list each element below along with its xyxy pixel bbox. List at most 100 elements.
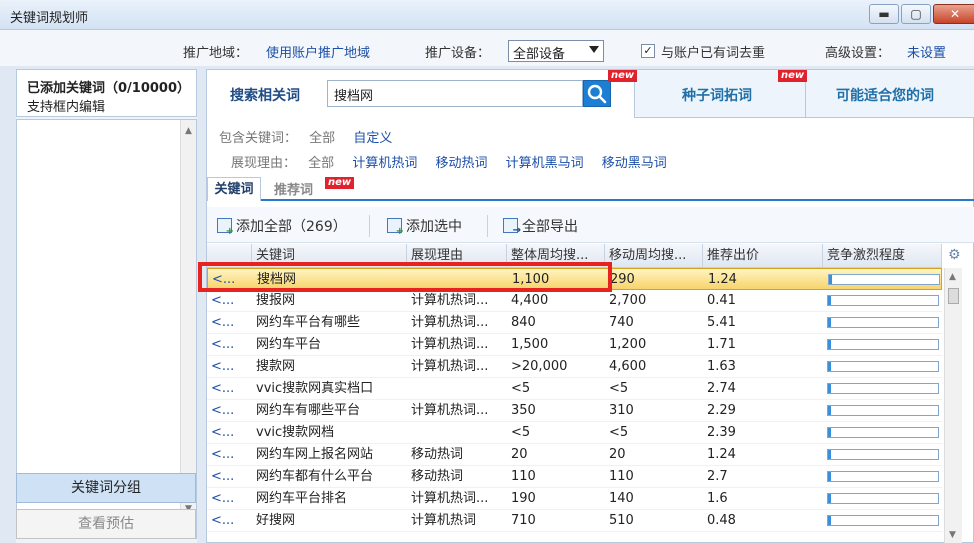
add-all-button[interactable]: 添加全部（269） xyxy=(217,216,347,237)
cell-add[interactable]: <... xyxy=(207,356,252,378)
reason-option-pc-darkhorse[interactable]: 计算机黑马词 xyxy=(506,152,584,171)
col-mobile-weekly-search[interactable]: 移动周均搜... xyxy=(605,244,703,268)
tab-suitable[interactable]: 可能适合您的词 xyxy=(807,70,974,118)
table-row[interactable]: <... 好搜网 计算机热词 710 510 0.48 xyxy=(207,510,942,532)
scroll-down-icon[interactable]: ▼ xyxy=(949,530,956,540)
cell-weekly-search: <5 xyxy=(511,425,531,440)
minimize-button[interactable]: ▬ xyxy=(869,4,899,24)
search-button[interactable] xyxy=(583,80,611,107)
add-selected-button[interactable]: 添加选中 xyxy=(387,216,462,237)
col-competition[interactable]: 竞争激烈程度 xyxy=(823,244,942,268)
table-row[interactable]: <... 网约车平台排名 计算机热词... 190 140 1.6 xyxy=(207,488,942,510)
cell-keyword: 网约车都有什么平台 xyxy=(256,469,374,484)
scroll-up-icon[interactable]: ▲ xyxy=(949,272,956,282)
close-button[interactable]: ✕ xyxy=(933,4,974,24)
add-all-label: 添加全部（269） xyxy=(236,219,347,235)
export-all-button[interactable]: 全部导出 xyxy=(503,216,578,236)
toolbar-divider xyxy=(487,215,488,237)
device-select[interactable]: 全部设备 xyxy=(508,40,604,62)
view-estimate-button[interactable]: 查看预估 xyxy=(16,509,196,539)
subtab-keywords[interactable]: 关键词 xyxy=(207,177,261,201)
cell-suggested-bid: 1.24 xyxy=(707,447,736,462)
cell-weekly-search: >20,000 xyxy=(511,359,568,374)
reason-option-mobile-hot[interactable]: 移动热词 xyxy=(435,152,487,171)
cell-keyword: 网约车平台排名 xyxy=(256,491,348,506)
highlight-box xyxy=(198,262,612,292)
cell-add[interactable]: <... xyxy=(207,334,252,356)
region-label: 推广地域： xyxy=(183,46,249,61)
cell-add[interactable]: <... xyxy=(207,422,252,444)
cell-keyword: 好搜网 xyxy=(256,513,296,528)
competition-bar xyxy=(827,471,939,482)
edit-hint: 支持框内编辑 xyxy=(27,100,106,115)
advanced-link[interactable]: 未设置 xyxy=(907,42,946,61)
cell-weekly-search: 710 xyxy=(511,513,536,528)
reason-option-all[interactable]: 全部 xyxy=(308,152,334,171)
competition-bar xyxy=(827,515,939,526)
cell-mobile-weekly-search: 1,200 xyxy=(609,337,647,352)
table-row[interactable]: <... vvic搜款网真实档口 <5 <5 2.74 xyxy=(207,378,942,400)
region-link[interactable]: 使用账户推广地域 xyxy=(266,42,370,61)
gear-icon[interactable]: ⚙ xyxy=(948,247,964,263)
cell-weekly-search: 350 xyxy=(511,403,536,418)
new-badge: new xyxy=(778,70,808,82)
cell-weekly-search: 1,500 xyxy=(511,337,549,352)
cell-add[interactable]: <... xyxy=(207,510,252,532)
tab-seed-expand[interactable]: 种子词拓词 new xyxy=(636,70,808,118)
left-vertical-scrollbar[interactable]: ▲ ▼ xyxy=(180,120,196,520)
main-panel: 搜索相关词 搜档网 new 种子词拓词 new 可能适合您的词 包含关键词： 全… xyxy=(206,69,974,543)
cell-add[interactable]: <... xyxy=(207,312,252,334)
cell-weekly-search: 20 xyxy=(511,447,528,462)
cell-keyword: 网约车网上报名网站 xyxy=(256,447,374,462)
table-row[interactable]: <... 网约车都有什么平台 移动热词 110 110 2.7 xyxy=(207,466,942,488)
keyword-group-button[interactable]: 关键词分组 xyxy=(16,473,196,503)
cell-reason: 计算机热词 xyxy=(411,513,477,528)
table-row[interactable]: <... 网约车网上报名网站 移动热词 20 20 1.24 xyxy=(207,444,942,466)
search-input[interactable]: 搜档网 xyxy=(327,80,583,107)
cell-reason: 计算机热词... xyxy=(411,403,489,418)
cell-add[interactable]: <... xyxy=(207,444,252,466)
competition-bar xyxy=(827,361,939,372)
add-icon xyxy=(217,218,234,237)
cell-add[interactable]: <... xyxy=(207,400,252,422)
cell-add[interactable]: <... xyxy=(207,290,252,312)
tab-search-related[interactable]: 搜索相关词 搜档网 new xyxy=(207,70,638,118)
competition-bar xyxy=(827,317,939,328)
cell-weekly-search: 840 xyxy=(511,315,536,330)
new-badge: new xyxy=(608,70,638,82)
table-row[interactable]: <... vvic搜款网档 <5 <5 2.39 xyxy=(207,422,942,444)
table-row[interactable]: <... 搜款网 计算机热词... >20,000 4,600 1.63 xyxy=(207,356,942,378)
table-vertical-scrollbar[interactable]: ▲ ▼ xyxy=(944,268,962,543)
reason-option-mobile-darkhorse[interactable]: 移动黑马词 xyxy=(602,152,667,171)
dedupe-checkbox[interactable]: ✓ xyxy=(641,44,655,58)
subtab-recommended[interactable]: 推荐词 xyxy=(274,179,313,198)
cell-add[interactable]: <... xyxy=(207,378,252,400)
cell-add[interactable]: <... xyxy=(207,466,252,488)
competition-bar-fill xyxy=(828,450,831,459)
maximize-button[interactable]: ▢ xyxy=(901,4,931,24)
cell-weekly-search: 4,400 xyxy=(511,293,549,308)
cell-suggested-bid: 1.6 xyxy=(707,491,728,506)
table-row[interactable]: <... 网约车平台 计算机热词... 1,500 1,200 1.71 xyxy=(207,334,942,356)
reason-option-pc-hot[interactable]: 计算机热词 xyxy=(352,152,417,171)
cell-add[interactable]: <... xyxy=(207,488,252,510)
dedupe-label[interactable]: 与账户已有词去重 xyxy=(661,42,765,61)
competition-bar-fill xyxy=(828,384,831,393)
cell-reason: 计算机热词... xyxy=(411,315,489,330)
reason-label: 展现理由： xyxy=(231,156,297,171)
col-suggested-bid[interactable]: 推荐出价 xyxy=(703,244,823,268)
competition-bar xyxy=(827,339,939,350)
table-row[interactable]: <... 网约车平台有哪些 计算机热词... 840 740 5.41 xyxy=(207,312,942,334)
include-option-all[interactable]: 全部 xyxy=(309,127,335,146)
competition-bar xyxy=(827,295,939,306)
scrollbar-thumb[interactable] xyxy=(948,288,959,304)
cell-mobile-weekly-search: 740 xyxy=(609,315,634,330)
export-icon xyxy=(503,218,521,236)
scroll-up-icon[interactable]: ▲ xyxy=(185,126,192,136)
table-row[interactable]: <... 网约车有哪些平台 计算机热词... 350 310 2.29 xyxy=(207,400,942,422)
include-option-custom[interactable]: 自定义 xyxy=(353,127,392,146)
cell-mobile-weekly-search: 290 xyxy=(610,272,635,287)
cell-keyword: 搜报网 xyxy=(256,293,296,308)
table-row[interactable]: <... 搜报网 计算机热词... 4,400 2,700 0.41 xyxy=(207,290,942,312)
competition-bar-fill xyxy=(828,516,831,525)
